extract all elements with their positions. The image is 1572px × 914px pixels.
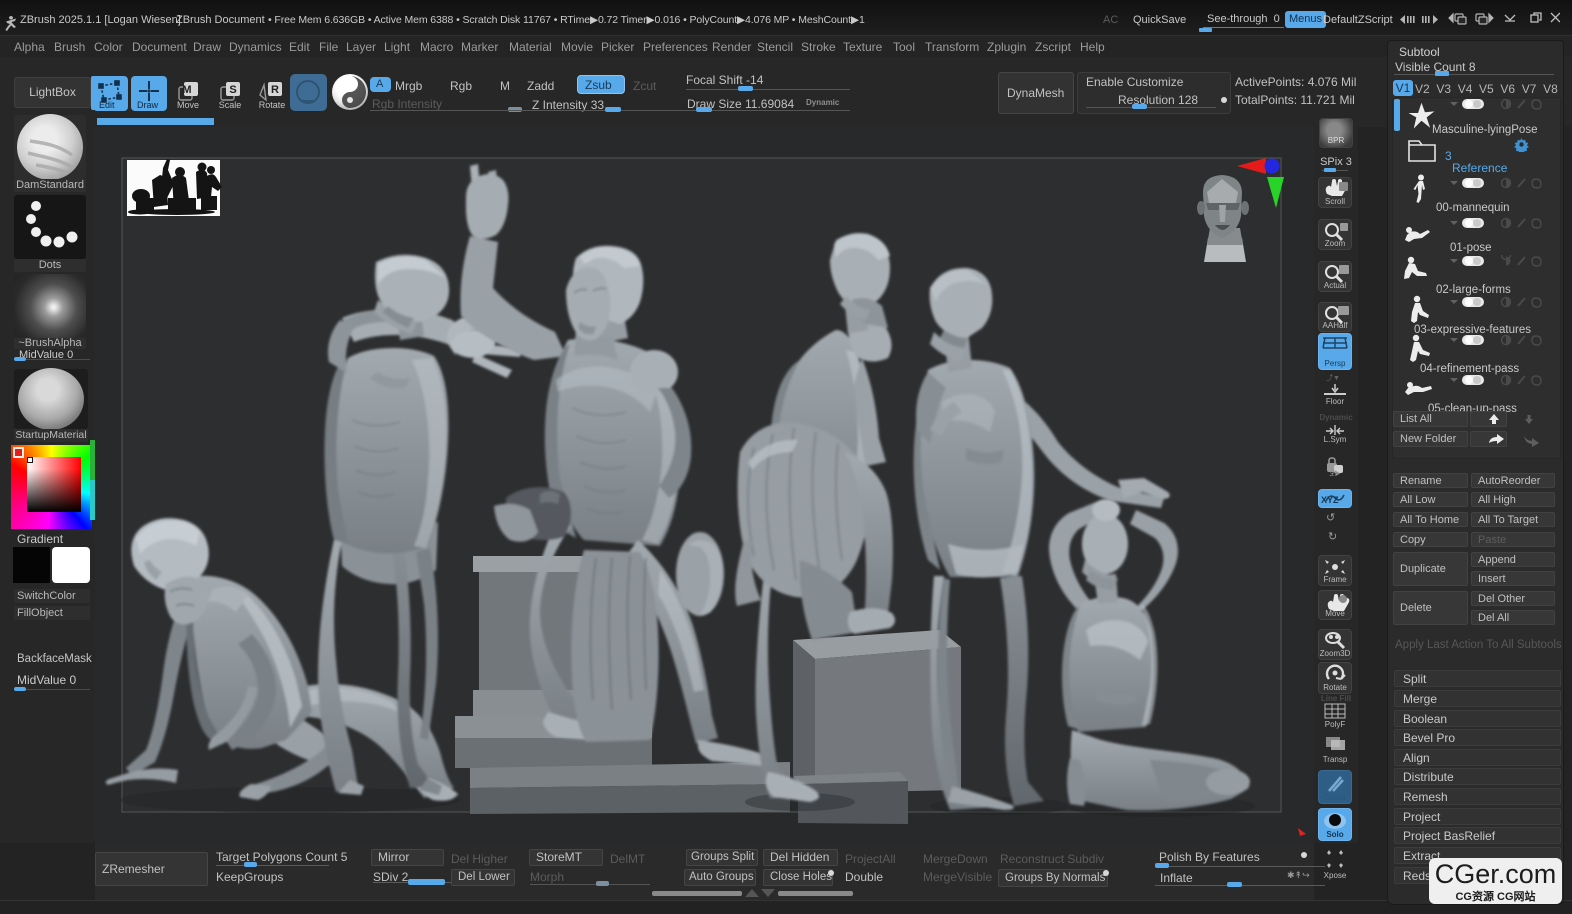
svg-text:Draw: Draw — [137, 100, 159, 110]
svg-text:Rotate: Rotate — [259, 100, 286, 109]
svg-text:R: R — [271, 84, 279, 96]
svg-text:M: M — [182, 84, 191, 96]
svg-text:Move: Move — [177, 100, 199, 109]
svg-text:Edit: Edit — [99, 100, 115, 110]
svg-text:Scale: Scale — [219, 100, 242, 109]
svg-text:S: S — [229, 84, 236, 96]
